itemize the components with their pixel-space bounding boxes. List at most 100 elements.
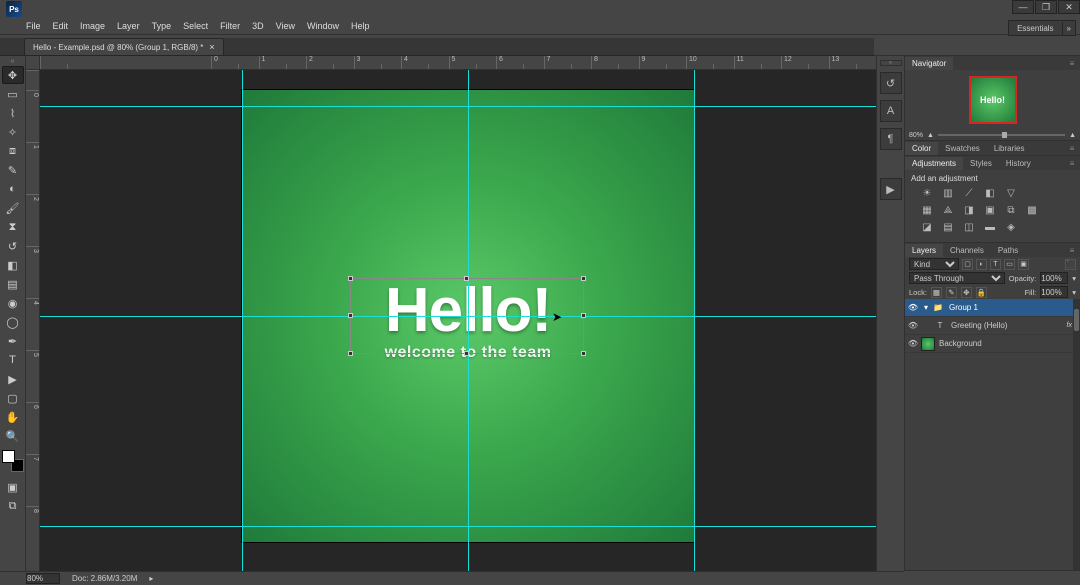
layer-text[interactable]: 👁 T Greeting (Hello) fx <box>905 317 1080 335</box>
horizontal-ruler[interactable]: 012345678910111213 <box>40 56 876 70</box>
menu-help[interactable]: Help <box>351 21 370 31</box>
shape-tool[interactable]: ▢ <box>2 389 24 407</box>
styles-tab[interactable]: Styles <box>963 157 999 170</box>
vibrance-icon[interactable]: ▽ <box>1005 187 1017 199</box>
color-lookup-icon[interactable]: ▩ <box>1026 204 1038 216</box>
exposure-icon[interactable]: ◧ <box>984 187 996 199</box>
clone-stamp-tool[interactable]: ⧗ <box>2 218 24 236</box>
menu-file[interactable]: File <box>26 21 41 31</box>
crop-tool[interactable]: ⧈ <box>2 142 24 160</box>
threshold-icon[interactable]: ◫ <box>963 221 975 233</box>
fill-input[interactable] <box>1040 286 1068 298</box>
selective-color-icon[interactable]: ◈ <box>1005 221 1017 233</box>
zoom-input[interactable] <box>26 573 60 584</box>
group-twisty-icon[interactable]: ▾ <box>921 303 931 312</box>
filter-pixel-icon[interactable]: ▢ <box>962 259 973 270</box>
filter-shape-icon[interactable]: ▭ <box>1004 259 1015 270</box>
expand-panels-icon[interactable]: « <box>880 60 902 66</box>
close-tab-icon[interactable]: × <box>209 42 214 52</box>
status-menu-icon[interactable]: ▸ <box>149 574 153 583</box>
marquee-tool[interactable]: ▭ <box>2 85 24 103</box>
libraries-tab[interactable]: Libraries <box>987 142 1032 155</box>
dodge-tool[interactable]: ◯ <box>2 313 24 331</box>
lasso-tool[interactable]: ⌇ <box>2 104 24 122</box>
layers-tab[interactable]: Layers <box>905 244 943 257</box>
menu-filter[interactable]: Filter <box>220 21 240 31</box>
color-balance-icon[interactable]: ⟁ <box>942 204 954 216</box>
transform-box[interactable] <box>350 278 584 354</box>
color-menu-icon[interactable]: ≡ <box>1064 144 1080 153</box>
document-tab[interactable]: Hello - Example.psd @ 80% (Group 1, RGB/… <box>24 38 224 55</box>
levels-icon[interactable]: ▥ <box>942 187 954 199</box>
zoom-out-icon[interactable]: ▲ <box>927 132 934 139</box>
layers-scrollbar[interactable] <box>1073 299 1080 570</box>
type-tool[interactable]: T <box>2 351 24 369</box>
vertical-ruler[interactable]: 012345678 <box>26 70 40 571</box>
swatches-tab[interactable]: Swatches <box>938 142 987 155</box>
visibility-icon[interactable]: 👁 <box>905 303 921 312</box>
layer-name[interactable]: Group 1 <box>949 303 978 312</box>
close-button[interactable]: ✕ <box>1058 0 1080 14</box>
layer-group[interactable]: 👁 ▾ 📁 Group 1 <box>905 299 1080 317</box>
menu-select[interactable]: Select <box>183 21 208 31</box>
path-selection-tool[interactable]: ▶ <box>2 370 24 388</box>
maximize-button[interactable]: ❐ <box>1035 0 1057 14</box>
menu-window[interactable]: Window <box>307 21 339 31</box>
filter-adjust-icon[interactable]: ◐ <box>976 259 987 270</box>
healing-brush-tool[interactable]: ◐ <box>2 180 24 198</box>
gradient-map-icon[interactable]: ▬ <box>984 221 996 233</box>
zoom-tool[interactable]: 🔍 <box>2 427 24 445</box>
lock-transparency-icon[interactable]: ▦ <box>931 287 942 298</box>
screen-mode-tool[interactable]: ⧉ <box>2 497 24 515</box>
ruler-origin[interactable] <box>26 56 40 70</box>
brush-tool[interactable]: 🖌 <box>2 199 24 217</box>
opacity-input[interactable] <box>1040 272 1068 284</box>
workspace-menu-icon[interactable]: » <box>1062 22 1075 35</box>
workspace-label[interactable]: Essentials <box>1009 22 1061 35</box>
actions-panel-icon[interactable]: ▶ <box>880 178 902 200</box>
navigator-menu-icon[interactable]: ≡ <box>1064 59 1080 68</box>
zoom-in-icon[interactable]: ▲ <box>1069 132 1076 139</box>
menu-3d[interactable]: 3D <box>252 21 264 31</box>
layer-name[interactable]: Background <box>939 339 982 348</box>
invert-icon[interactable]: ◪ <box>921 221 933 233</box>
color-tab[interactable]: Color <box>905 142 938 155</box>
history-panel-icon[interactable]: ↺ <box>880 72 902 94</box>
magic-wand-tool[interactable]: ✧ <box>2 123 24 141</box>
lock-all-icon[interactable]: 🔒 <box>976 287 987 298</box>
layers-menu-icon[interactable]: ≡ <box>1064 246 1080 255</box>
foreground-color[interactable] <box>2 450 15 463</box>
channel-mixer-icon[interactable]: ⧉ <box>1005 204 1017 216</box>
guide-horizontal[interactable] <box>40 526 876 527</box>
navigator-zoom-slider[interactable] <box>938 134 1065 136</box>
pen-tool[interactable]: ✒ <box>2 332 24 350</box>
canvas-area[interactable]: 012345678910111213 012345678 Hello! welc… <box>26 56 876 571</box>
history-brush-tool[interactable]: ↺ <box>2 237 24 255</box>
navigator-tab[interactable]: Navigator <box>905 57 953 70</box>
curves-icon[interactable]: ⟋ <box>963 187 975 199</box>
paths-tab[interactable]: Paths <box>991 244 1025 257</box>
quick-mask-tool[interactable]: ▣ <box>2 478 24 496</box>
menu-type[interactable]: Type <box>152 21 172 31</box>
workspace-switcher[interactable]: Essentials » <box>1008 20 1076 36</box>
filter-type-icon[interactable]: T <box>990 259 1001 270</box>
visibility-icon[interactable]: 👁 <box>905 339 921 348</box>
lock-pixels-icon[interactable]: ✎ <box>946 287 957 298</box>
layer-name[interactable]: Greeting (Hello) <box>951 321 1007 330</box>
layer-thumbnail[interactable] <box>921 337 935 351</box>
layer-background[interactable]: 👁 Background <box>905 335 1080 353</box>
canvas-stage[interactable]: Hello! welcome to the team <box>40 70 876 571</box>
lock-position-icon[interactable]: ✥ <box>961 287 972 298</box>
adjustments-tab[interactable]: Adjustments <box>905 157 963 170</box>
guide-vertical[interactable] <box>694 70 695 571</box>
adjustments-menu-icon[interactable]: ≡ <box>1064 159 1080 168</box>
photo-filter-icon[interactable]: ▣ <box>984 204 996 216</box>
filter-toggle-icon[interactable]: ⬛ <box>1065 259 1076 270</box>
paragraph-panel-icon[interactable]: ¶ <box>880 128 902 150</box>
blur-tool[interactable]: ◉ <box>2 294 24 312</box>
menu-layer[interactable]: Layer <box>117 21 140 31</box>
color-swatches[interactable] <box>2 450 24 472</box>
history-tab[interactable]: History <box>999 157 1038 170</box>
filter-smart-icon[interactable]: ▣ <box>1018 259 1029 270</box>
fill-dropdown-icon[interactable]: ▾ <box>1072 288 1076 297</box>
